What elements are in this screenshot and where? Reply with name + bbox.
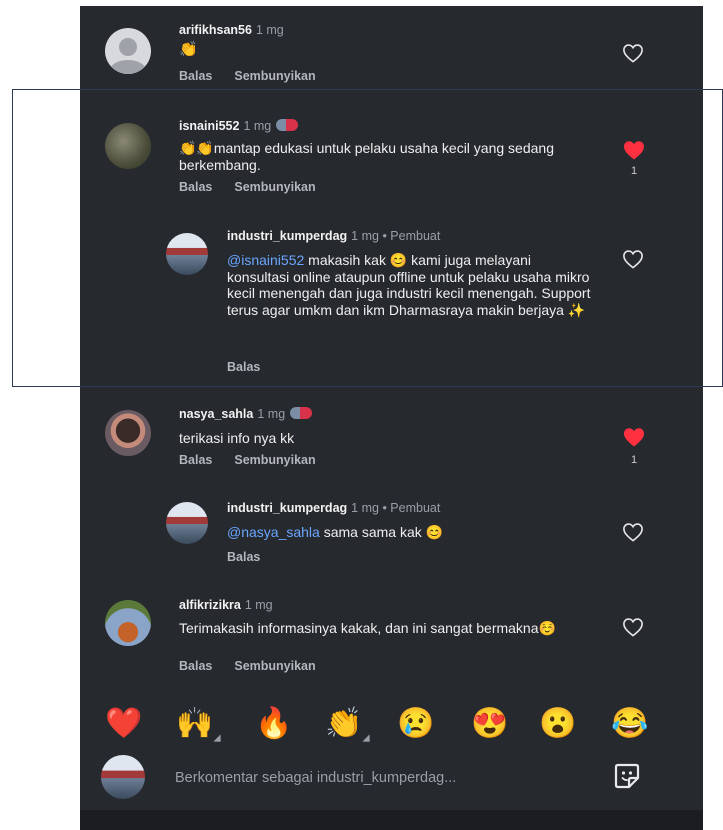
comment-text: Terimakasih informasinya kakak, dan ini … <box>179 620 556 636</box>
avatar-alfikrizikra[interactable] <box>105 600 151 646</box>
comment-text: @nasya_sahla sama sama kak 😊 <box>227 524 444 540</box>
reaction-heart[interactable]: ❤️ <box>105 706 142 742</box>
badge-icon <box>276 119 299 131</box>
hide-button[interactable]: Sembunyikan <box>234 659 315 673</box>
avatar-industri-kumperdag[interactable] <box>166 233 208 275</box>
avatar-isnaini552[interactable] <box>105 123 151 169</box>
reaction-clap[interactable]: 👏 <box>325 706 370 742</box>
avatar-arifikhsan56[interactable] <box>105 28 151 74</box>
reply-button[interactable]: Balas <box>179 180 212 194</box>
comment-text: 👏 <box>179 41 198 58</box>
comment-time: 1 mg <box>255 23 284 37</box>
hide-button[interactable]: Sembunyikan <box>234 180 315 194</box>
mention-link[interactable]: @nasya_sahla <box>227 524 320 540</box>
like-count: 1 <box>630 165 638 177</box>
mention-link[interactable]: @isnaini552 <box>227 252 304 268</box>
comment-time: 1 mg <box>351 501 379 515</box>
comment-time: 1 mg <box>243 119 272 133</box>
reaction-bar: ❤️ 🙌 🔥 👏 😢 😍 😮 😂 <box>80 706 703 746</box>
comment-username[interactable]: industri_kumperdag 1 mg • Pembuat <box>227 501 440 515</box>
reply-button[interactable]: Balas <box>179 453 212 467</box>
badge-icon <box>290 407 313 419</box>
creator-label: • Pembuat <box>382 229 441 243</box>
reaction-fire[interactable]: 🔥 <box>255 706 292 742</box>
comment-username[interactable]: arifikhsan56 1 mg <box>179 23 284 37</box>
comment-username[interactable]: industri_kumperdag 1 mg • Pembuat <box>227 229 440 243</box>
reaction-laughing[interactable]: 😂 <box>611 706 648 742</box>
reply-button[interactable]: Balas <box>227 550 260 564</box>
hide-button[interactable]: Sembunyikan <box>234 453 315 467</box>
comment-time: 1 mg <box>244 598 273 612</box>
comment-text: @isnaini552 makasih kak 😊 kami juga mela… <box>227 252 591 318</box>
heart-icon[interactable] <box>622 426 646 448</box>
reply-button[interactable]: Balas <box>179 659 212 673</box>
like-count: 1 <box>630 454 638 466</box>
comment-username[interactable]: isnaini552 1 mg <box>179 119 299 133</box>
comment-text: terikasi info nya kk <box>179 430 295 446</box>
composer-avatar <box>101 755 145 799</box>
comment-time: 1 mg <box>257 407 286 421</box>
reaction-raised-hands[interactable]: 🙌 <box>176 706 221 742</box>
reaction-surprised[interactable]: 😮 <box>539 706 576 742</box>
reply-button[interactable]: Balas <box>179 69 212 83</box>
reaction-heart-eyes[interactable]: 😍 <box>471 706 508 742</box>
avatar-industri-kumperdag[interactable] <box>166 502 208 544</box>
creator-label: • Pembuat <box>382 501 441 515</box>
heart-icon[interactable] <box>622 43 644 63</box>
heart-icon[interactable] <box>622 139 646 161</box>
sticker-icon[interactable] <box>613 762 641 790</box>
comment-username[interactable]: nasya_sahla 1 mg <box>179 407 313 421</box>
comment-username[interactable]: alfikrizikra 1 mg <box>179 598 273 612</box>
heart-icon[interactable] <box>622 617 644 637</box>
comment-input[interactable]: Berkomentar sebagai industri_kumperdag..… <box>175 770 456 786</box>
hide-button[interactable]: Sembunyikan <box>234 69 315 83</box>
comments-panel: arifikhsan56 1 mg 👏 Balas Sembunyikan isna… <box>80 6 703 830</box>
reaction-crying[interactable]: 😢 <box>397 706 434 742</box>
comment-time: 1 mg <box>351 229 379 243</box>
bottom-bar <box>80 810 703 830</box>
comment-text: 👏👏mantap edukasi untuk pelaku usaha keci… <box>179 140 554 173</box>
reply-button[interactable]: Balas <box>227 360 260 374</box>
avatar-nasya-sahla[interactable] <box>105 410 151 456</box>
heart-icon[interactable] <box>622 522 644 542</box>
heart-icon[interactable] <box>622 249 644 269</box>
